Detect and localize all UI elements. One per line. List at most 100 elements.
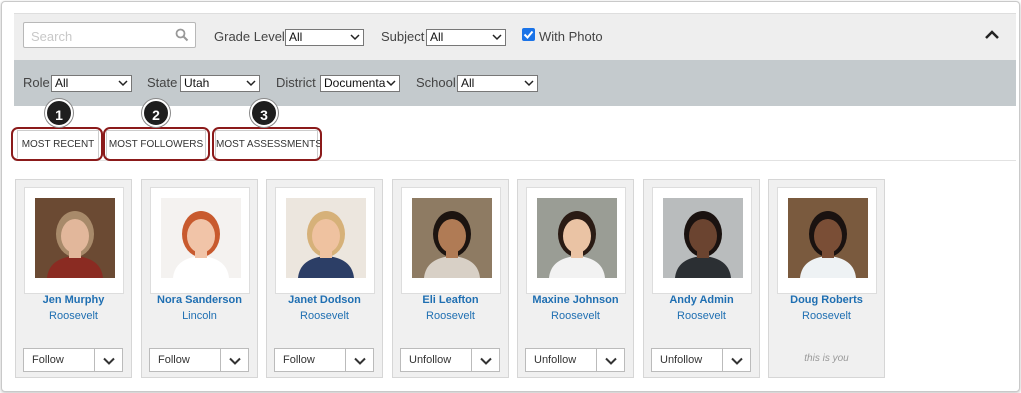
avatar[interactable] [412,198,492,278]
chevron-down-icon [118,80,128,87]
chevron-down-icon [103,357,115,365]
follow-button[interactable]: Follow [274,348,346,372]
person-school-link[interactable]: Roosevelt [393,310,508,322]
avatar-frame[interactable] [777,187,877,294]
chevron-down-icon [350,34,360,41]
school-value: All [461,76,475,90]
unfollow-button[interactable]: Unfollow [400,348,472,372]
filter-bar-secondary: Role All State Utah District Documenta S… [14,60,1016,106]
person-name-link[interactable]: Maxine Johnson [518,294,633,306]
avatar-frame[interactable] [275,187,375,294]
person-name-link[interactable]: Andy Admin [644,294,759,306]
person-name-link[interactable]: Doug Roberts [769,294,884,306]
callout-badge-1: 1 [45,99,73,127]
filter-bar-primary: Grade Level All Subject All With Photo [14,13,1016,61]
avatar-photo-image [35,198,115,278]
chevron-down-icon [386,79,396,87]
people-browser-panel: Grade Level All Subject All With Photo R… [1,1,1020,392]
follow-options-dropdown[interactable] [95,348,123,372]
district-value: Documenta [324,76,386,90]
avatar-photo-image [537,198,617,278]
avatar-frame[interactable] [526,187,626,294]
person-school-link[interactable]: Roosevelt [769,310,884,322]
search-icon[interactable] [175,28,189,42]
chevron-down-icon [480,357,492,365]
chevron-down-icon [229,357,241,365]
role-select[interactable]: All [51,75,132,92]
person-school-link[interactable]: Roosevelt [267,310,382,322]
avatar[interactable] [286,198,366,278]
chevron-down-icon [605,357,617,365]
follow-options-dropdown[interactable] [723,348,751,372]
school-label: School [416,75,456,90]
follow-options-dropdown[interactable] [221,348,249,372]
person-school-link[interactable]: Lincoln [142,310,257,322]
search-box[interactable] [23,22,196,48]
callout-badge-3: 3 [250,99,278,127]
chevron-down-icon [731,357,743,365]
avatar-frame[interactable] [150,187,250,294]
chevron-down-icon [246,80,256,87]
person-school-link[interactable]: Roosevelt [16,310,131,322]
collapse-chevron-up-icon[interactable] [984,29,1000,41]
person-name-link[interactable]: Jen Murphy [16,294,131,306]
follow-options-dropdown[interactable] [346,348,374,372]
with-photo-checkbox[interactable] [522,28,535,41]
avatar-photo-image [286,198,366,278]
role-value: All [55,76,69,90]
avatar[interactable] [788,198,868,278]
person-name-link[interactable]: Janet Dodson [267,294,382,306]
subject-select[interactable]: All [426,29,506,46]
district-select[interactable]: Documenta [320,75,400,92]
avatar-photo-image [788,198,868,278]
avatar-photo-image [412,198,492,278]
person-card[interactable]: Maxine Johnson Roosevelt Unfollow [517,179,634,378]
unfollow-button[interactable]: Unfollow [525,348,597,372]
school-select[interactable]: All [457,75,538,92]
state-label: State [147,75,178,90]
person-card[interactable]: Nora Sanderson Lincoln Follow [141,179,258,378]
avatar-frame[interactable] [652,187,752,294]
unfollow-button[interactable]: Unfollow [651,348,723,372]
person-card[interactable]: Andy Admin Roosevelt Unfollow [643,179,760,378]
checkmark-icon [523,30,534,39]
avatar[interactable] [537,198,617,278]
state-select[interactable]: Utah [180,75,260,92]
with-photo-label: With Photo [539,29,603,44]
avatar-photo-image [663,198,743,278]
avatar-frame[interactable] [24,187,124,294]
avatar[interactable] [35,198,115,278]
person-name-link[interactable]: Nora Sanderson [142,294,257,306]
follow-options-dropdown[interactable] [597,348,625,372]
subject-value: All [430,30,444,44]
person-card[interactable]: Eli Leafton Roosevelt Unfollow [392,179,509,378]
self-indicator-text: this is you [804,353,849,364]
grade-level-select[interactable]: All [285,29,364,46]
district-label: District [276,75,316,90]
follow-button[interactable]: Follow [149,348,221,372]
grade-level-value: All [289,30,303,44]
role-label: Role [23,75,50,90]
avatar[interactable] [161,198,241,278]
person-name-link[interactable]: Eli Leafton [393,294,508,306]
search-input[interactable] [29,24,173,48]
callout-badge-2: 2 [142,99,170,127]
state-value: Utah [184,76,210,90]
follow-button[interactable]: Follow [23,348,95,372]
highlight-box-3 [212,127,322,161]
subject-label: Subject [381,29,425,44]
chevron-down-icon [524,80,534,87]
person-school-link[interactable]: Roosevelt [644,310,759,322]
person-card[interactable]: Jen Murphy Roosevelt Follow [15,179,132,378]
highlight-box-2 [103,127,210,161]
chevron-down-icon [492,34,502,41]
follow-options-dropdown[interactable] [472,348,500,372]
chevron-down-icon [354,357,366,365]
avatar-photo-image [161,198,241,278]
person-school-link[interactable]: Roosevelt [518,310,633,322]
person-card[interactable]: Janet Dodson Roosevelt Follow [266,179,383,378]
avatar[interactable] [663,198,743,278]
highlight-box-1 [11,127,103,161]
avatar-frame[interactable] [401,187,501,294]
person-card[interactable]: Doug Roberts Roosevelt this is you [768,179,885,378]
